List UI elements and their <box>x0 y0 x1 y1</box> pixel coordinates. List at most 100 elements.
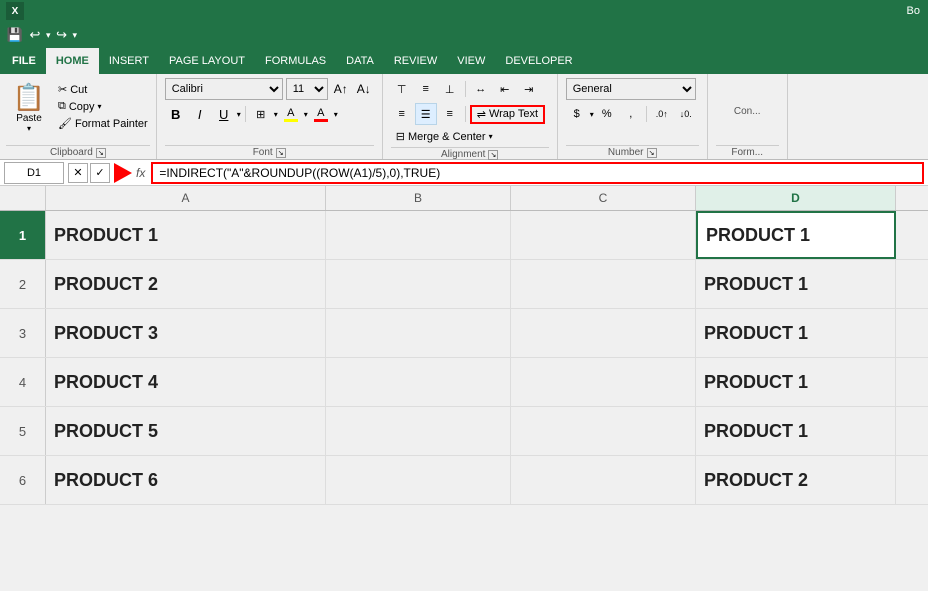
cell-a4[interactable]: PRODUCT 4 <box>46 358 326 406</box>
format-painter-button[interactable]: 🖌 Format Painter <box>56 116 150 131</box>
fill-color-button[interactable]: A <box>280 103 302 125</box>
wrap-text-label: Wrap Text <box>489 108 538 120</box>
indent-increase-button[interactable]: ⇥ <box>518 78 540 100</box>
font-expand-icon[interactable]: ↘ <box>276 148 286 158</box>
tab-data[interactable]: DATA <box>336 48 384 74</box>
underline-button[interactable]: U <box>213 103 235 125</box>
align-left-button[interactable]: ≡ <box>391 103 413 125</box>
border-button[interactable]: ⊞ <box>250 103 272 125</box>
cell-c1[interactable] <box>511 211 696 259</box>
number-format-select[interactable]: General <box>566 78 696 100</box>
cancel-formula-button[interactable]: ✕ <box>68 163 88 183</box>
text-direction-button[interactable]: ↔ <box>470 78 492 100</box>
copy-dropdown-icon[interactable]: ▾ <box>98 102 102 111</box>
copy-label: Copy <box>69 101 95 113</box>
bold-button[interactable]: B <box>165 103 187 125</box>
font-color-button[interactable]: A <box>310 103 332 125</box>
formula-input-box[interactable]: =INDIRECT("A"&ROUNDUP((ROW(A1)/5),0),TRU… <box>151 162 924 184</box>
table-row: 3 PRODUCT 3 PRODUCT 1 <box>0 309 928 358</box>
row-number-4[interactable]: 4 <box>0 358 46 406</box>
accounting-dropdown[interactable]: ▾ <box>590 110 594 119</box>
italic-button[interactable]: I <box>189 103 211 125</box>
cell-b3[interactable] <box>326 309 511 357</box>
redo-icon[interactable]: ↪ <box>53 26 71 44</box>
cell-b6[interactable] <box>326 456 511 504</box>
underline-dropdown[interactable]: ▾ <box>237 110 241 119</box>
cell-c4[interactable] <box>511 358 696 406</box>
cell-b4[interactable] <box>326 358 511 406</box>
align-bottom-button[interactable]: ⊥ <box>439 78 461 100</box>
cell-c5[interactable] <box>511 407 696 455</box>
font-size-select[interactable]: 11 <box>286 78 328 100</box>
comma-button[interactable]: , <box>620 103 642 125</box>
font-color-dropdown[interactable]: ▾ <box>334 110 338 119</box>
copy-button[interactable]: ⧉ Copy ▾ <box>56 99 150 114</box>
cell-c2[interactable] <box>511 260 696 308</box>
row-number-2[interactable]: 2 <box>0 260 46 308</box>
cell-b5[interactable] <box>326 407 511 455</box>
font-increase-button[interactable]: A↑ <box>331 79 351 99</box>
undo-icon[interactable]: ↩ <box>26 26 44 44</box>
col-header-a[interactable]: A <box>46 186 326 210</box>
cell-c3[interactable] <box>511 309 696 357</box>
indent-decrease-button[interactable]: ⇤ <box>494 78 516 100</box>
number-expand-icon[interactable]: ↘ <box>647 148 657 158</box>
col-header-d[interactable]: D <box>696 186 896 210</box>
tab-developer[interactable]: DEVELOPER <box>495 48 582 74</box>
clipboard-expand-icon[interactable]: ↘ <box>96 148 106 158</box>
cell-a3[interactable]: PRODUCT 3 <box>46 309 326 357</box>
alignment-expand-icon[interactable]: ↘ <box>488 150 498 160</box>
tab-review[interactable]: REVIEW <box>384 48 447 74</box>
paste-label: Paste <box>16 113 42 124</box>
cell-d4[interactable]: PRODUCT 1 <box>696 358 896 406</box>
cell-b2[interactable] <box>326 260 511 308</box>
cut-button[interactable]: ✂ Cut <box>56 82 150 97</box>
fill-dropdown[interactable]: ▾ <box>304 110 308 119</box>
col-header-c[interactable]: C <box>511 186 696 210</box>
row-number-5[interactable]: 5 <box>0 407 46 455</box>
wrap-text-button[interactable]: ⇌ Wrap Text <box>470 105 545 124</box>
tab-insert[interactable]: INSERT <box>99 48 159 74</box>
merge-dropdown-icon[interactable]: ▾ <box>489 132 493 141</box>
cell-a1[interactable]: PRODUCT 1 <box>46 211 326 259</box>
accounting-button[interactable]: $ <box>566 103 588 125</box>
align-middle-button[interactable]: ≡ <box>415 78 437 100</box>
font-name-select[interactable]: Calibri <box>165 78 283 100</box>
col-header-b[interactable]: B <box>326 186 511 210</box>
cell-reference-input[interactable] <box>4 162 64 184</box>
paste-dropdown-icon[interactable]: ▾ <box>27 124 31 133</box>
row-number-3[interactable]: 3 <box>0 309 46 357</box>
tab-formulas[interactable]: FORMULAS <box>255 48 336 74</box>
redo-arrow[interactable]: ▾ <box>73 30 78 41</box>
merge-center-button[interactable]: ⊟ Merge & Center ▾ <box>391 128 498 145</box>
cell-d3[interactable]: PRODUCT 1 <box>696 309 896 357</box>
tab-home[interactable]: HOME <box>46 48 99 74</box>
save-icon[interactable]: 💾 <box>6 26 24 44</box>
align-center-button[interactable]: ☰ <box>415 103 437 125</box>
align-top-button[interactable]: ⊤ <box>391 78 413 100</box>
cell-a2[interactable]: PRODUCT 2 <box>46 260 326 308</box>
tab-view[interactable]: VIEW <box>447 48 495 74</box>
tab-page-layout[interactable]: PAGE LAYOUT <box>159 48 255 74</box>
row-number-1[interactable]: 1 <box>0 211 46 259</box>
paste-button[interactable]: 📋 Paste ▾ <box>6 78 52 136</box>
cell-a5[interactable]: PRODUCT 5 <box>46 407 326 455</box>
percent-button[interactable]: % <box>596 103 618 125</box>
format-painter-icon: 🖌 <box>58 117 72 130</box>
cell-a6[interactable]: PRODUCT 6 <box>46 456 326 504</box>
row-number-6[interactable]: 6 <box>0 456 46 504</box>
tab-file[interactable]: FILE <box>2 48 46 74</box>
decimal-decrease-button[interactable]: ↓0. <box>675 103 697 125</box>
decimal-increase-button[interactable]: .0↑ <box>651 103 673 125</box>
cell-d6[interactable]: PRODUCT 2 <box>696 456 896 504</box>
cell-c6[interactable] <box>511 456 696 504</box>
cell-d2[interactable]: PRODUCT 1 <box>696 260 896 308</box>
undo-arrow[interactable]: ▾ <box>46 30 51 41</box>
font-decrease-button[interactable]: A↓ <box>354 79 374 99</box>
align-right-button[interactable]: ≡ <box>439 103 461 125</box>
border-dropdown[interactable]: ▾ <box>274 110 278 119</box>
cell-d5[interactable]: PRODUCT 1 <box>696 407 896 455</box>
cell-d1[interactable]: PRODUCT 1 <box>696 211 896 259</box>
confirm-formula-button[interactable]: ✓ <box>90 163 110 183</box>
cell-b1[interactable] <box>326 211 511 259</box>
